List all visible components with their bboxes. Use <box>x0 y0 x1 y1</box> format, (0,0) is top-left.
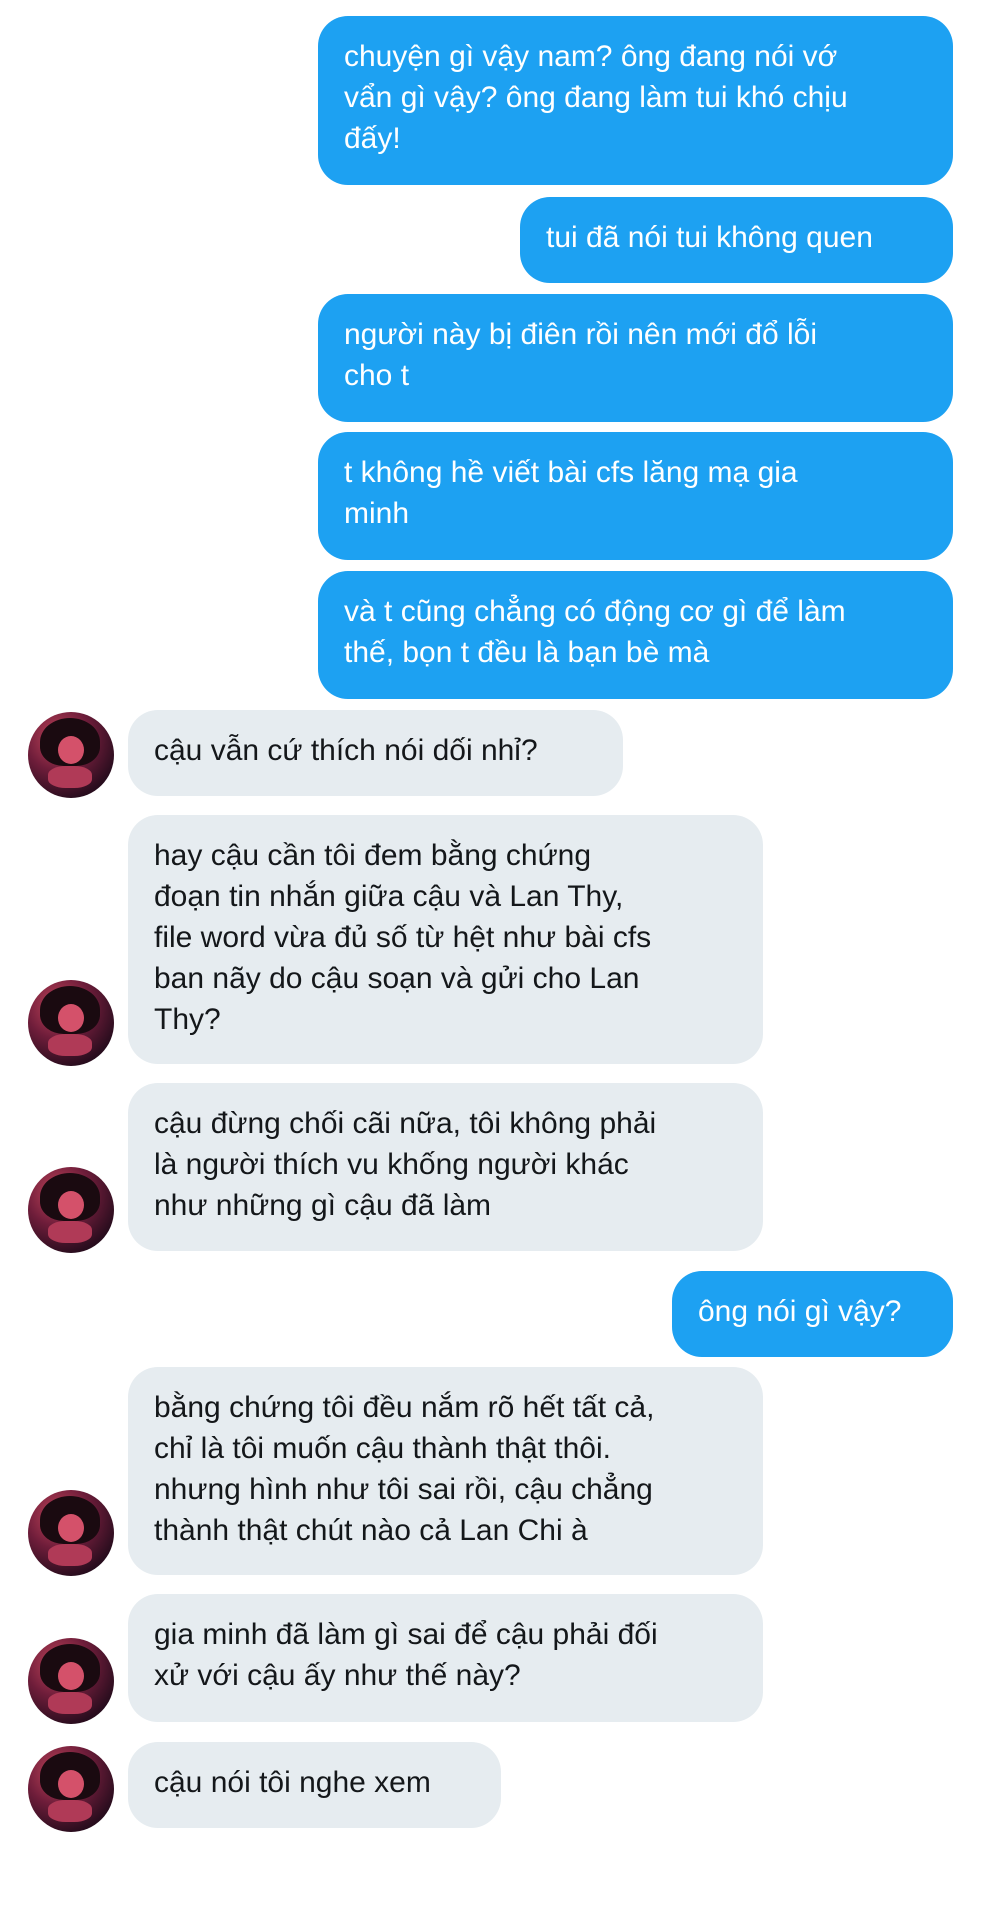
avatar[interactable] <box>28 1490 114 1576</box>
received-message[interactable]: hay cậu cần tôi đem bằng chứng đoạn tin … <box>128 815 763 1064</box>
avatar[interactable] <box>28 1638 114 1724</box>
sent-message[interactable]: chuyện gì vậy nam? ông đang nói vớ vẩn g… <box>318 16 953 185</box>
avatar[interactable] <box>28 1746 114 1832</box>
sent-message[interactable]: ông nói gì vậy? <box>672 1271 953 1357</box>
avatar[interactable] <box>28 1167 114 1253</box>
sent-message[interactable]: t không hề viết bài cfs lăng mạ gia minh <box>318 432 953 560</box>
sent-message[interactable]: và t cũng chẳng có động cơ gì để làm thế… <box>318 571 953 699</box>
sent-message[interactable]: người này bị điên rồi nên mới đổ lỗi cho… <box>318 294 953 422</box>
received-message[interactable]: gia minh đã làm gì sai để cậu phải đối x… <box>128 1594 763 1722</box>
avatar[interactable] <box>28 712 114 798</box>
avatar[interactable] <box>28 980 114 1066</box>
sent-message[interactable]: tui đã nói tui không quen <box>520 197 953 283</box>
received-message[interactable]: cậu vẫn cứ thích nói dối nhỉ? <box>128 710 623 796</box>
received-message[interactable]: bằng chứng tôi đều nắm rõ hết tất cả, ch… <box>128 1367 763 1575</box>
received-message[interactable]: cậu đừng chối cãi nữa, tôi không phải là… <box>128 1083 763 1251</box>
received-message[interactable]: cậu nói tôi nghe xem <box>128 1742 501 1828</box>
